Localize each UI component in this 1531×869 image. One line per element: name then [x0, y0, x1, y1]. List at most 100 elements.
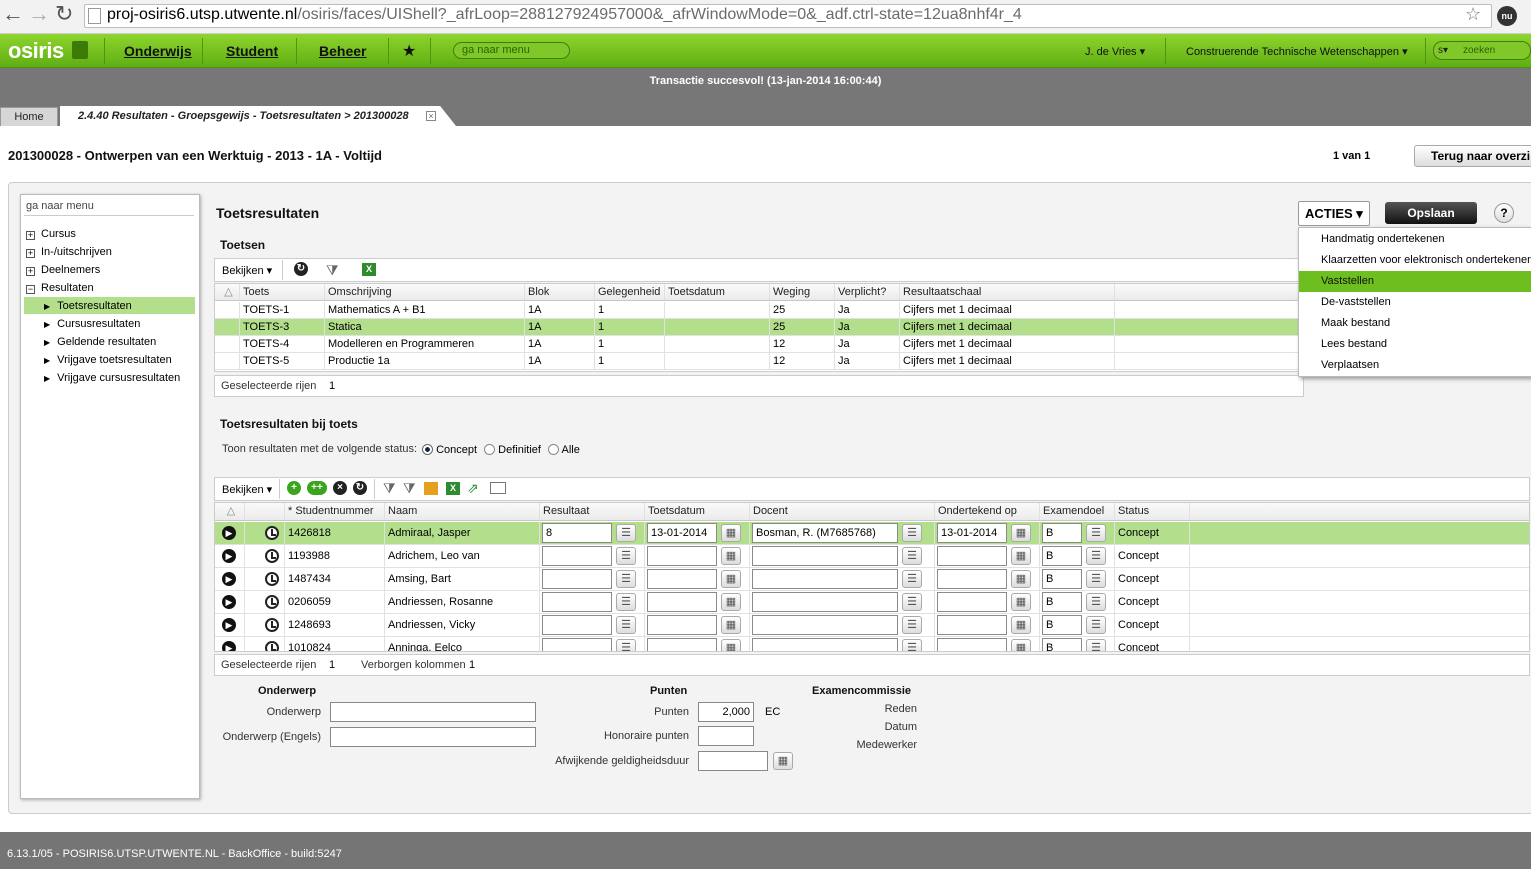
onderwerp-input[interactable]: [330, 702, 536, 722]
column-header[interactable]: Blok: [525, 284, 595, 300]
sidebar-item-resultaten[interactable]: − Resultaten: [26, 282, 94, 294]
acties-menu-item[interactable]: Klaarzetten voor elektronisch onderteken…: [1299, 250, 1531, 271]
filter-edit-icon[interactable]: ⧩: [403, 480, 416, 497]
sidebar-subitem-vrijgave-toets[interactable]: ▶ Vrijgave toetsresultaten: [44, 354, 172, 366]
column-header[interactable]: * Studentnummer: [285, 503, 385, 520]
docent-input[interactable]: [752, 638, 898, 651]
calendar-icon[interactable]: ▦: [721, 547, 741, 565]
acties-dropdown[interactable]: ACTIES ▾: [1298, 201, 1370, 226]
calendar-icon[interactable]: ▦: [721, 593, 741, 611]
history-icon[interactable]: [265, 549, 279, 563]
onderwerp-engels-input[interactable]: [330, 727, 536, 747]
bulk-edit-icon[interactable]: [424, 482, 438, 495]
sidebar-subitem-geldende[interactable]: ▶ Geldende resultaten: [44, 336, 156, 348]
calendar-icon[interactable]: ▦: [721, 524, 741, 542]
table-row[interactable]: ▶ 1426818 Admiraal, Jasper 8 ☰ 13-01-2014 ▦ Bos…: [215, 522, 1529, 545]
column-header[interactable]: Gelegenheid: [595, 284, 665, 300]
sidebar-item-deelnemers[interactable]: + Deelnemers: [26, 264, 100, 276]
delete-icon[interactable]: ×: [333, 481, 347, 495]
examendoel-input[interactable]: B: [1042, 546, 1082, 566]
calendar-icon[interactable]: ▦: [721, 616, 741, 634]
radio-concept[interactable]: [422, 444, 433, 455]
open-row-icon[interactable]: ▶: [222, 549, 236, 563]
column-header[interactable]: Resultaatschaal: [900, 284, 1115, 300]
column-header[interactable]: Ondertekend op: [935, 503, 1040, 520]
ondertekend-input[interactable]: [937, 546, 1007, 566]
back-arrow-icon[interactable]: ←: [2, 1, 24, 27]
mail-icon[interactable]: [490, 482, 506, 494]
column-header[interactable]: Toets: [240, 284, 325, 300]
excel-export-icon[interactable]: X: [446, 482, 460, 495]
toetsdatum-input[interactable]: [647, 569, 717, 589]
column-header[interactable]: Docent: [750, 503, 935, 520]
calendar-icon[interactable]: ▦: [1011, 616, 1031, 634]
column-header[interactable]: Examendoel: [1040, 503, 1115, 520]
faculty-menu[interactable]: Construerende Technische Wetenschappen ▾: [1186, 45, 1408, 58]
list-icon[interactable]: ☰: [902, 616, 922, 634]
radio-alle[interactable]: [548, 444, 560, 455]
menu-beheer[interactable]: Beheer: [319, 43, 366, 59]
filter-icon[interactable]: ⧩: [326, 262, 339, 279]
acties-menu-item[interactable]: Handmatig ondertekenen: [1299, 229, 1531, 250]
resultaat-input[interactable]: [542, 592, 612, 612]
ondertekend-input[interactable]: [937, 569, 1007, 589]
bekijken-menu[interactable]: Bekijken ▾: [222, 483, 272, 496]
list-icon[interactable]: ☰: [1086, 639, 1106, 651]
list-icon[interactable]: ☰: [1086, 593, 1106, 611]
expand-icon[interactable]: +: [26, 231, 35, 240]
search-input[interactable]: zoeken: [1463, 45, 1495, 56]
history-icon[interactable]: [265, 595, 279, 609]
list-icon[interactable]: ☰: [902, 570, 922, 588]
collapse-icon[interactable]: −: [26, 285, 35, 294]
bookmark-star-icon[interactable]: ☆: [1465, 4, 1481, 25]
docent-input[interactable]: [752, 615, 898, 635]
table-row[interactable]: TOETS-3 Statica 1A 1 25 Ja Cijfers met 1 decim…: [215, 319, 1303, 336]
list-icon[interactable]: ☰: [616, 616, 636, 634]
examendoel-input[interactable]: B: [1042, 523, 1082, 543]
resultaat-input[interactable]: [542, 615, 612, 635]
toetsdatum-input[interactable]: [647, 592, 717, 612]
ondertekend-input[interactable]: [937, 615, 1007, 635]
extension-icon[interactable]: nu: [1497, 6, 1517, 26]
list-icon[interactable]: ☰: [902, 547, 922, 565]
calendar-icon[interactable]: ▦: [1011, 524, 1031, 542]
calendar-icon[interactable]: ▦: [1011, 547, 1031, 565]
list-icon[interactable]: ☰: [1086, 547, 1106, 565]
docent-input[interactable]: [752, 546, 898, 566]
calendar-icon[interactable]: ▦: [721, 570, 741, 588]
list-icon[interactable]: ☰: [902, 524, 922, 542]
column-header[interactable]: Naam: [385, 503, 540, 520]
acties-menu-item[interactable]: Verplaatsen: [1299, 355, 1531, 376]
column-header[interactable]: Toetsdatum: [645, 503, 750, 520]
toetsdatum-input[interactable]: [647, 638, 717, 651]
open-row-icon[interactable]: ▶: [222, 572, 236, 586]
sidebar-subitem-vrijgave-cursus[interactable]: ▶ Vrijgave cursusresultaten: [44, 372, 180, 384]
list-icon[interactable]: ☰: [1086, 570, 1106, 588]
refresh-icon[interactable]: ↻: [294, 262, 308, 276]
punten-input[interactable]: 2,000: [698, 702, 754, 722]
ondertekend-input[interactable]: 13-01-2014: [937, 523, 1007, 543]
history-icon[interactable]: [265, 618, 279, 632]
examendoel-input[interactable]: B: [1042, 638, 1082, 651]
table-row[interactable]: ▶ 1193988 Adrichem, Leo van ☰ ▦ ☰ ▦ B ☰ Concept: [215, 545, 1529, 568]
table-row[interactable]: ▶ 0206059 Andriessen, Rosanne ☰ ▦ ☰ ▦ B ☰ Concept: [215, 591, 1529, 614]
acties-menu-item[interactable]: De-vaststellen: [1299, 292, 1531, 313]
bekijken-menu[interactable]: Bekijken ▾: [222, 264, 272, 277]
column-header[interactable]: Verplicht?: [835, 284, 900, 300]
history-icon[interactable]: [265, 526, 279, 540]
save-button[interactable]: Opslaan: [1385, 202, 1477, 224]
column-header[interactable]: [1190, 503, 1529, 520]
list-icon[interactable]: ☰: [1086, 524, 1106, 542]
table-row[interactable]: TOETS-5 Productie 1a 1A 1 12 Ja Cijfers met 1 …: [215, 353, 1303, 370]
list-icon[interactable]: ☰: [902, 639, 922, 651]
radio-definitief[interactable]: [484, 444, 496, 455]
toetsdatum-input[interactable]: [647, 546, 717, 566]
sidebar-subitem-cursusresultaten[interactable]: ▶ Cursusresultaten: [44, 318, 140, 330]
add-multiple-icon[interactable]: ++: [307, 481, 327, 495]
reload-icon[interactable]: ↻: [55, 1, 73, 27]
docent-input[interactable]: [752, 569, 898, 589]
list-icon[interactable]: ☰: [902, 593, 922, 611]
sidebar-subitem-toetsresultaten[interactable]: ▶ Toetsresultaten: [44, 300, 132, 312]
calendar-icon[interactable]: ▦: [1011, 639, 1031, 651]
docent-input[interactable]: [752, 592, 898, 612]
